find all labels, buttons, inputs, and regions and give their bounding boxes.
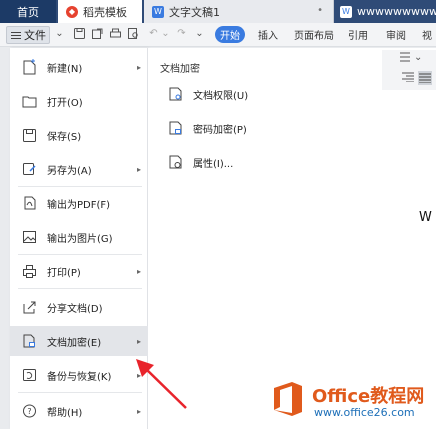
menu-item-export-pdf[interactable]: 输出为PDF(F) xyxy=(10,188,148,218)
menu-divider xyxy=(18,254,142,255)
tab-template[interactable]: ◆ 稻壳模板 xyxy=(58,0,142,23)
writer-doc-icon: W xyxy=(340,5,352,18)
chevron-right-icon: ▸ xyxy=(136,164,141,174)
chevron-right-icon: ▸ xyxy=(136,336,141,346)
office-logo-icon xyxy=(274,382,302,416)
menu-item-save-as[interactable]: 另存为(A) ▸ xyxy=(10,154,148,184)
image-export-icon xyxy=(22,229,37,245)
paragraph-format-group: ⌄ xyxy=(382,50,436,90)
properties-icon xyxy=(168,154,183,170)
file-menu-label: 文件 xyxy=(24,29,46,42)
menu-item-open[interactable]: 打开(O) xyxy=(10,86,148,116)
password-encrypt-icon xyxy=(168,120,183,136)
menu-item-label: 输出为图片(G) xyxy=(47,233,113,245)
tab-close-dot[interactable]: • xyxy=(317,5,323,16)
export-icon[interactable] xyxy=(92,28,103,40)
pdf-export-icon xyxy=(22,195,37,211)
undo-icon[interactable]: ↶ xyxy=(148,28,159,40)
svg-text:?: ? xyxy=(27,407,31,416)
tab-references[interactable]: 引用 xyxy=(348,27,368,42)
file-menu-button[interactable]: 文件 xyxy=(6,26,50,44)
menu-item-encrypt[interactable]: 文档加密(E) ▸ xyxy=(10,326,148,356)
tab-home-label: 首页 xyxy=(17,5,39,19)
menu-item-export-image[interactable]: 输出为图片(G) xyxy=(10,222,148,252)
tab-template-label: 稻壳模板 xyxy=(83,5,127,19)
submenu-item-label: 文档权限(U) xyxy=(193,90,249,102)
printer-icon xyxy=(22,263,37,279)
submenu-title: 文档加密 xyxy=(160,64,200,75)
folder-open-icon xyxy=(22,93,37,109)
customize-toolbar-icon[interactable]: ⌄ xyxy=(194,28,205,40)
watermark-url: www.office26.com xyxy=(314,406,415,419)
hamburger-icon xyxy=(11,30,21,41)
submenu-item-properties[interactable]: 属性(I)... xyxy=(168,150,368,174)
chevron-down-icon[interactable]: ⌄ xyxy=(414,52,426,64)
tab-review[interactable]: 审阅 xyxy=(386,27,406,42)
menu-item-save[interactable]: 保存(S) xyxy=(10,120,148,150)
menu-item-share[interactable]: 分享文档(D) xyxy=(10,292,148,322)
menu-item-help[interactable]: ? 帮助(H) ▸ xyxy=(10,396,148,426)
menu-divider xyxy=(18,288,142,289)
new-doc-icon xyxy=(22,59,37,75)
chevron-right-icon: ▸ xyxy=(136,266,141,276)
submenu-item-password[interactable]: 密码加密(P) xyxy=(168,116,368,140)
menu-item-label: 保存(S) xyxy=(47,131,82,143)
align-right-icon[interactable] xyxy=(402,72,414,84)
tab-start[interactable]: 开始 xyxy=(215,26,245,43)
menu-item-backup[interactable]: 备份与恢复(K) ▸ xyxy=(10,360,148,390)
chevron-down-icon[interactable]: ⌄ xyxy=(54,28,65,40)
document-text: W xyxy=(419,210,432,225)
menu-item-label: 帮助(H) xyxy=(47,407,83,419)
menu-item-label: 输出为PDF(F) xyxy=(47,199,111,211)
menu-divider xyxy=(18,392,142,393)
save-icon xyxy=(22,127,37,143)
tab-document[interactable]: W 文字文稿1 • xyxy=(144,0,334,23)
site-watermark: Office教程网 www.office26.com xyxy=(270,376,436,429)
list-icon[interactable] xyxy=(398,52,410,64)
red-arrow-annotation xyxy=(136,359,187,409)
tab-document-label: 文字文稿1 xyxy=(169,5,220,19)
tab-bar: 首页 ◆ 稻壳模板 W 文字文稿1 • W wwwwwwwww xyxy=(0,0,436,23)
tab-home[interactable]: 首页 xyxy=(0,0,56,23)
docer-logo-icon: ◆ xyxy=(66,5,78,18)
justify-icon[interactable] xyxy=(418,71,432,85)
menu-item-label: 新建(N) xyxy=(47,63,83,75)
menu-item-label: 备份与恢复(K) xyxy=(47,371,112,383)
redo-icon[interactable]: ↷ xyxy=(176,28,187,40)
menu-item-label: 另存为(A) xyxy=(47,165,92,177)
tab-www[interactable]: W wwwwwwwww xyxy=(336,0,436,23)
file-menu: 新建(N) ▸ 打开(O) 保存(S) 另存为(A) ▸ 输出为PDF(F) 输… xyxy=(10,48,148,429)
tab-www-label: wwwwwwwww xyxy=(357,5,436,18)
share-icon xyxy=(22,299,37,315)
tab-view[interactable]: 视 xyxy=(422,27,432,42)
print-preview-icon[interactable] xyxy=(128,28,139,40)
menu-item-label: 打印(P) xyxy=(47,267,81,279)
submenu-item-permission[interactable]: 文档权限(U) xyxy=(168,82,368,106)
help-icon: ? xyxy=(22,403,37,419)
doc-permission-icon xyxy=(168,86,183,102)
chevron-down-icon[interactable]: ⌄ xyxy=(160,28,171,40)
print-icon[interactable] xyxy=(110,28,121,40)
save-icon[interactable] xyxy=(74,28,85,40)
watermark-brand: Office教程网 xyxy=(312,386,425,407)
menu-divider xyxy=(18,186,142,187)
writer-doc-icon: W xyxy=(152,5,164,18)
chevron-right-icon: ▸ xyxy=(136,62,141,72)
menu-item-label: 文档加密(E) xyxy=(47,337,102,349)
menu-item-label: 打开(O) xyxy=(47,97,83,109)
menu-item-label: 分享文档(D) xyxy=(47,303,103,315)
encrypt-icon xyxy=(22,333,37,349)
menu-item-print[interactable]: 打印(P) ▸ xyxy=(10,256,148,286)
menu-item-new[interactable]: 新建(N) ▸ xyxy=(10,52,148,82)
document-canvas[interactable] xyxy=(380,48,436,429)
save-as-icon xyxy=(22,161,37,177)
submenu-item-label: 属性(I)... xyxy=(193,158,234,170)
submenu-item-label: 密码加密(P) xyxy=(193,124,247,136)
tab-insert[interactable]: 插入 xyxy=(258,27,278,42)
tab-page-layout[interactable]: 页面布局 xyxy=(294,27,334,42)
backup-icon xyxy=(22,367,37,383)
quick-toolbar: 文件 ⌄ ↶ ⌄ ↷ ⌄ 开始 插入 页面布局 引用 审阅 视 xyxy=(0,23,436,47)
